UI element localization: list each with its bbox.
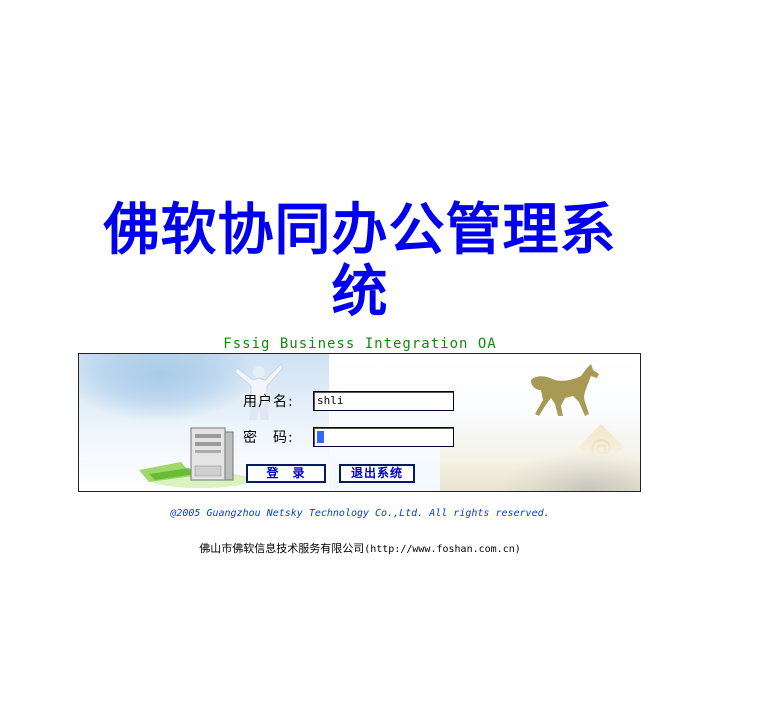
- login-panel: @ 用户名: shli 密 码: 登 录 退出系统: [78, 353, 641, 492]
- login-button[interactable]: 登 录: [246, 464, 326, 483]
- username-label: 用户名:: [243, 394, 294, 410]
- exit-button[interactable]: 退出系统: [339, 464, 415, 483]
- username-input[interactable]: shli: [313, 391, 454, 411]
- company-url[interactable]: (http://www.foshan.com.cn): [364, 544, 521, 555]
- businessman-icon: [234, 363, 284, 420]
- password-input[interactable]: [313, 427, 454, 447]
- password-label: 密 码:: [243, 430, 294, 446]
- password-selection-icon: [317, 431, 324, 443]
- road-background: [440, 411, 640, 491]
- horse-logo-icon: [531, 364, 599, 416]
- page-subtitle: Fssig Business Integration OA: [223, 336, 497, 352]
- page-title: 佛软协同办公管理系统: [103, 198, 617, 325]
- copyright-text: @2005 Guangzhou Netsky Technology Co.,Lt…: [170, 508, 550, 519]
- company-info: 佛山市佛软信息技术服务有限公司(http://www.foshan.com.cn…: [100, 540, 620, 556]
- company-name: 佛山市佛软信息技术服务有限公司: [199, 542, 365, 555]
- server-icon: [139, 427, 251, 488]
